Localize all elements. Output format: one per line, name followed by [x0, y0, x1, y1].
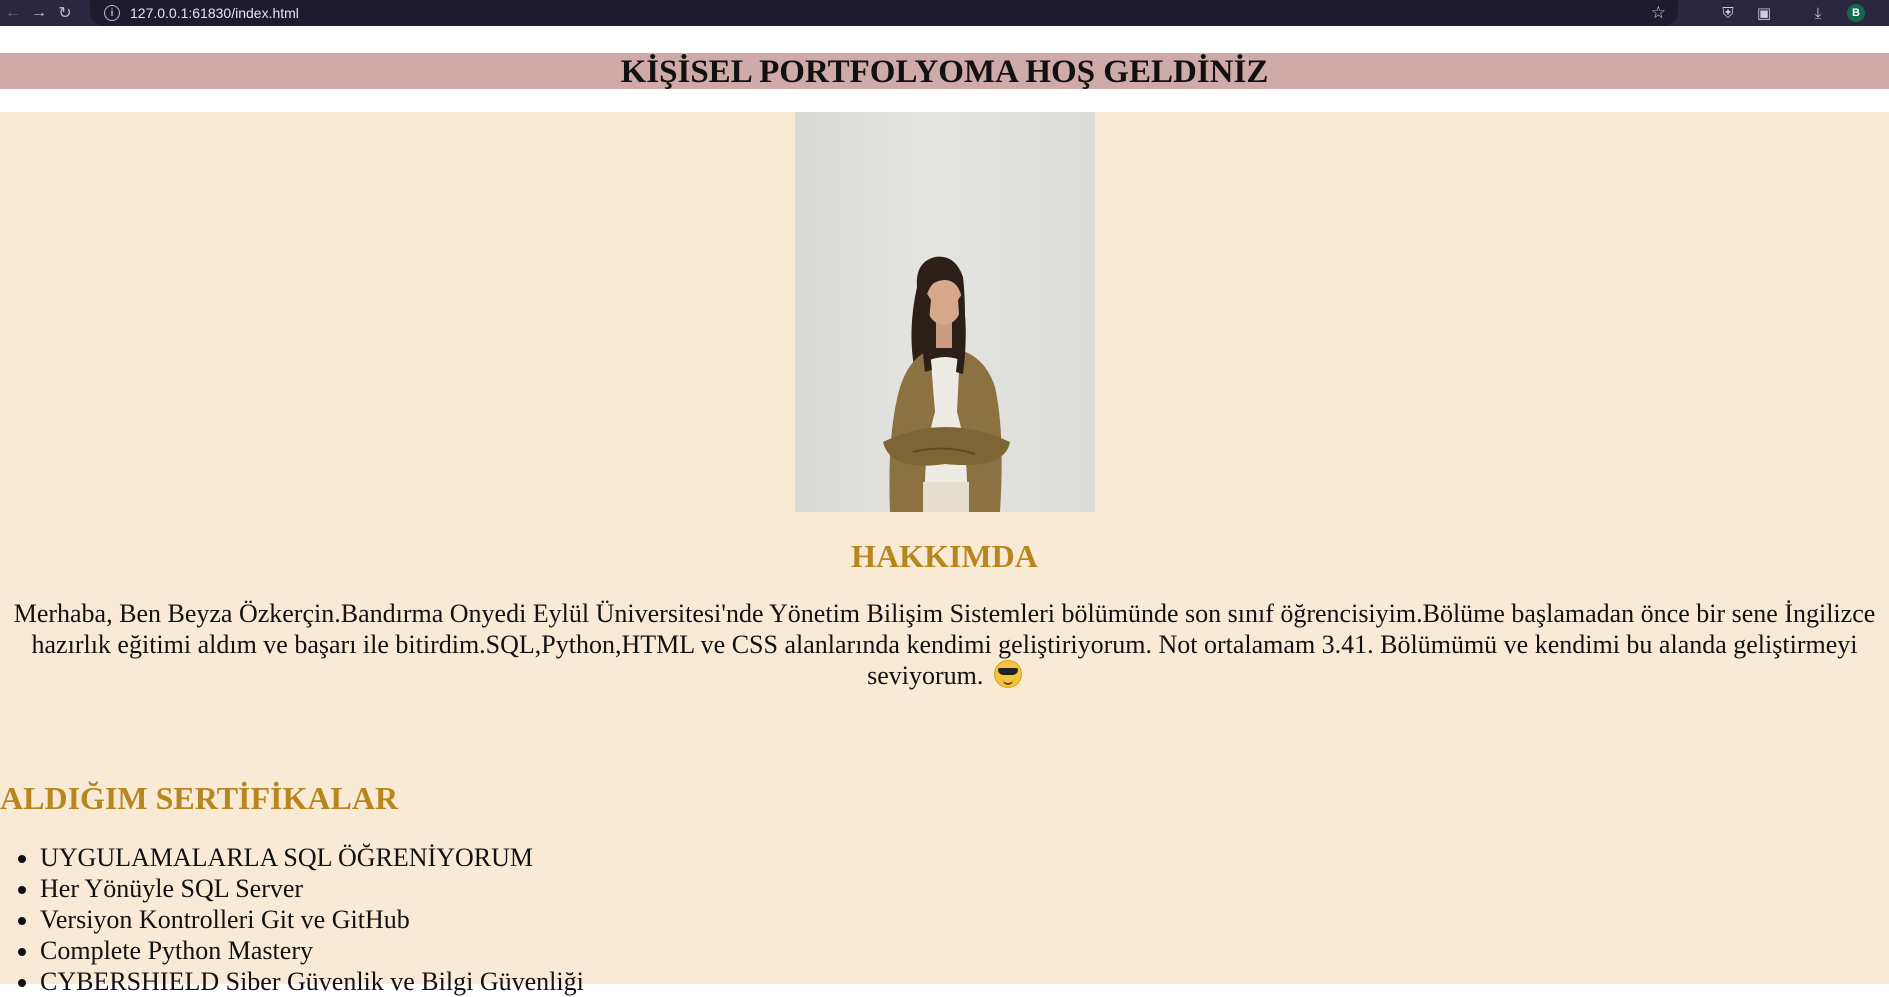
certificates-heading: ALDIĞIM SERTİFİKALAR	[0, 780, 399, 816]
page-viewport: KİŞİSEL PORTFOLYOMA HOŞ GELDİNİZ HAKKIMD…	[0, 26, 1889, 996]
list-item: CYBERSHIELD Siber Güvenlik ve Bilgi Güve…	[40, 966, 584, 997]
profile-avatar[interactable]: B	[1847, 4, 1865, 22]
sunglasses-emoji-icon	[993, 660, 1022, 688]
about-heading: HAKKIMDA	[851, 538, 1038, 574]
list-item: Complete Python Mastery	[40, 935, 584, 966]
shield-extension-icon[interactable]: ⛨	[1716, 0, 1740, 26]
about-paragraph: Merhaba, Ben Beyza Özkerçin.Bandırma Ony…	[10, 598, 1879, 691]
list-item: Her Yönüyle SQL Server	[40, 873, 584, 904]
site-info-icon[interactable]: i	[104, 5, 120, 21]
portrait-illustration	[883, 256, 1010, 512]
page-title: KİŞİSEL PORTFOLYOMA HOŞ GELDİNİZ	[0, 53, 1889, 90]
back-icon[interactable]: ←	[0, 0, 26, 26]
content-area: HAKKIMDA Merhaba, Ben Beyza Özkerçin.Ban…	[0, 112, 1889, 996]
extensions-puzzle-icon[interactable]: ▣	[1752, 0, 1776, 26]
about-text: Merhaba, Ben Beyza Özkerçin.Bandırma Ony…	[13, 599, 1876, 690]
certificates-list: UYGULAMALARLA SQL ÖĞRENİYORUM Her Yönüyl…	[0, 842, 584, 997]
bookmark-star-icon[interactable]: ☆	[1651, 3, 1666, 23]
download-icon[interactable]: ⤓	[1806, 0, 1830, 26]
address-bar[interactable]: i 127.0.0.1:61830/index.html ☆	[90, 0, 1678, 26]
forward-icon[interactable]: →	[26, 0, 52, 26]
address-url[interactable]: 127.0.0.1:61830/index.html	[130, 5, 299, 21]
list-item: Versiyon Kontrolleri Git ve GitHub	[40, 904, 584, 935]
browser-toolbar: ← → ↻ i 127.0.0.1:61830/index.html ☆ ⛨ ▣…	[0, 0, 1889, 26]
list-item: UYGULAMALARLA SQL ÖĞRENİYORUM	[40, 842, 584, 873]
profile-photo	[795, 112, 1095, 512]
reload-icon[interactable]: ↻	[52, 0, 78, 26]
